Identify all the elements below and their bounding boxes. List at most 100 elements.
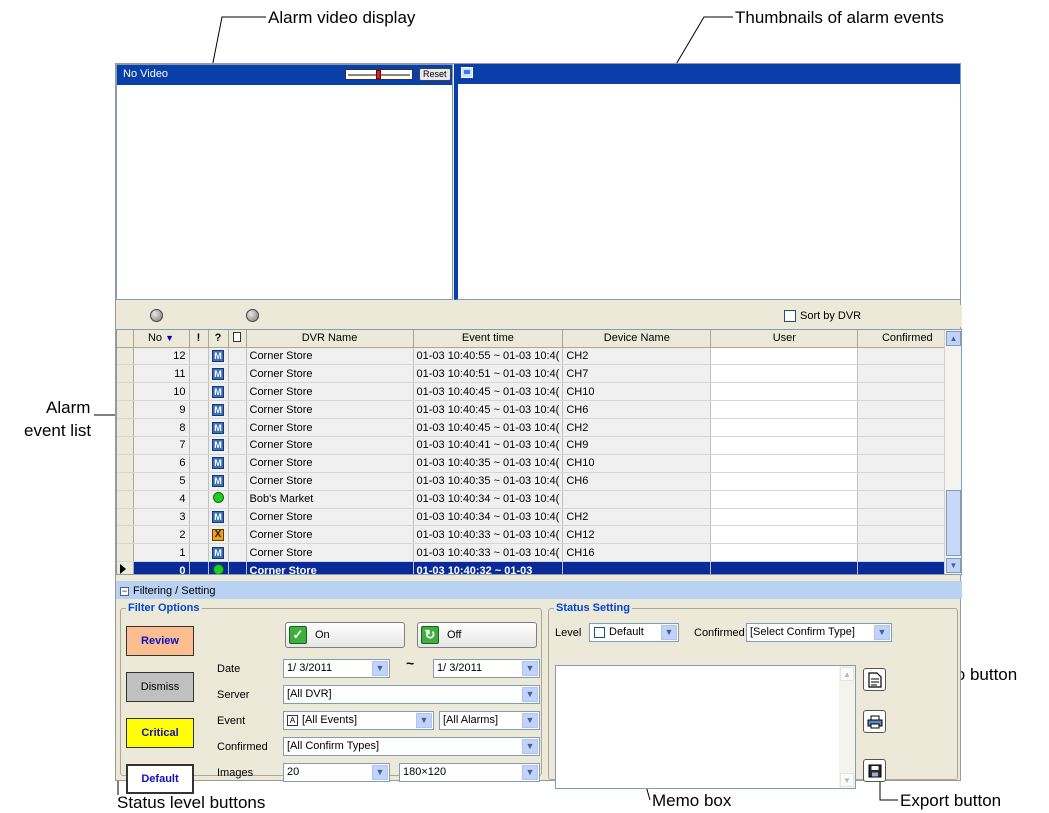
table-row[interactable]: 3 M Corner Store 01-03 10:40:34 ~ 01-03 10:… [117, 508, 958, 527]
table-row[interactable]: 10 M Corner Store 01-03 10:40:45 ~ 01-03 10… [117, 382, 958, 402]
event-no: 8 [133, 418, 190, 437]
confirm-type-status-select[interactable]: [Select Confirm Type] ▼ [746, 623, 892, 642]
table-row[interactable]: 11 M Corner Store 01-03 10:40:51 ~ 01-03 10… [117, 364, 958, 384]
dvr-name: Corner Store [246, 347, 414, 366]
video-title-bar: No Video Reset [117, 65, 452, 85]
scroll-up-icon[interactable]: ▲ [840, 667, 854, 681]
scroll-down-icon[interactable]: ▼ [840, 773, 854, 787]
video-slider[interactable] [345, 69, 413, 80]
table-row[interactable]: 4 Bob's Market 01-03 10:40:34 ~ 01-03 10:4… [117, 490, 958, 509]
reset-button[interactable]: Reset [419, 68, 451, 81]
column-header-no[interactable]: No ▼ [133, 330, 190, 348]
device-name: CH10 [562, 454, 712, 473]
level-label: Level [555, 627, 582, 639]
sort-by-dvr-option[interactable]: Sort by DVR [784, 310, 861, 322]
confirmed [857, 382, 958, 402]
column-header-type[interactable]: ? [208, 330, 229, 348]
image-size-select[interactable]: 180×120 ▼ [399, 763, 540, 782]
critical-button[interactable]: Critical [126, 718, 194, 748]
confirmed [857, 525, 958, 545]
dismiss-button[interactable]: Dismiss [126, 672, 194, 702]
column-header-memo[interactable] [228, 330, 247, 348]
status-level-select[interactable]: Default ▼ [589, 623, 679, 642]
event-no: 12 [133, 347, 190, 366]
alarm-video-pane[interactable]: No Video Reset [116, 64, 453, 300]
chevron-down-icon: ▼ [522, 687, 538, 702]
table-header-row: No ▼ ! ? DVR Name Event time Device Name… [117, 330, 958, 348]
event-list-scrollbar[interactable]: ▲ ▼ [944, 330, 961, 574]
scroll-thumb[interactable] [946, 490, 961, 556]
sort-descending-icon: ▼ [165, 333, 175, 344]
event-time: 01-03 10:40:35 ~ 01-03 10:4( [413, 472, 564, 491]
sort-by-dvr-checkbox[interactable] [784, 310, 796, 322]
chevron-down-icon: ▼ [874, 625, 890, 640]
column-header-event-time[interactable]: Event time [413, 330, 564, 348]
print-button[interactable] [863, 710, 886, 733]
event-no: 1 [133, 543, 190, 563]
event-time: 01-03 10:40:34 ~ 01-03 10:4( [413, 490, 564, 509]
event-time: 01-03 10:40:41 ~ 01-03 10:4( [413, 436, 564, 455]
chevron-down-icon: ▼ [522, 713, 538, 728]
alarm-monitor-window: No Video Reset Sort by DVR No ▼ ! ? DVR … [115, 63, 962, 794]
dvr-name: Corner Store [246, 525, 414, 545]
date-from-picker[interactable]: 1/ 3/2011 ▼ [283, 659, 390, 678]
table-row[interactable]: 2 X Corner Store 01-03 10:40:33 ~ 01-03 10:… [117, 525, 958, 545]
date-to-picker[interactable]: 1/ 3/2011 ▼ [433, 659, 540, 678]
dvr-name: Corner Store [246, 543, 414, 563]
alarm-event-list[interactable]: No ▼ ! ? DVR Name Event time Device Name… [116, 329, 962, 575]
event-no: 0 [133, 561, 190, 574]
event-no: 5 [133, 472, 190, 491]
export-button[interactable] [863, 759, 886, 782]
alarm-type-select[interactable]: [All Alarms] ▼ [439, 711, 540, 730]
video-status: No Video [123, 68, 169, 80]
filter-options-legend: Filter Options [128, 602, 200, 614]
user [710, 472, 859, 491]
server-select[interactable]: [All DVR] ▼ [283, 685, 540, 704]
memo-button[interactable] [863, 668, 886, 691]
filter-off-button[interactable]: ↻ Off [417, 622, 537, 648]
dvr-name: Corner Store [246, 561, 414, 574]
confirmed [857, 347, 958, 366]
image-count-select[interactable]: 20 ▼ [283, 763, 390, 782]
table-row[interactable]: 8 M Corner Store 01-03 10:40:45 ~ 01-03 10:… [117, 418, 958, 437]
memo-box[interactable]: ▲ ▼ [555, 665, 856, 789]
dvr-name: Bob's Market [246, 490, 414, 509]
scroll-down-icon[interactable]: ▼ [946, 558, 961, 573]
column-header-user[interactable]: User [710, 330, 859, 348]
table-row[interactable]: 7 M Corner Store 01-03 10:40:41 ~ 01-03 10:… [117, 436, 958, 455]
thumbnails-pane[interactable] [454, 64, 961, 300]
table-row[interactable]: 12 M Corner Store 01-03 10:40:55 ~ 01-03 10… [117, 347, 958, 366]
confirmed [857, 454, 958, 473]
column-header-device-name[interactable]: Device Name [562, 330, 712, 348]
column-header-priority[interactable]: ! [189, 330, 209, 348]
dvr-name: Corner Store [246, 508, 414, 527]
event-no: 9 [133, 400, 190, 420]
review-button[interactable]: Review [126, 626, 194, 656]
filtering-setting-header[interactable]: − Filtering / Setting [116, 581, 962, 599]
memo-scrollbar[interactable]: ▲ ▼ [839, 666, 855, 788]
dvr-name: Corner Store [246, 400, 414, 420]
event-type-select[interactable]: A [All Events] ▼ [283, 711, 434, 730]
confirm-type-select[interactable]: [All Confirm Types] ▼ [283, 737, 540, 756]
chevron-down-icon: ▼ [661, 625, 677, 640]
table-row[interactable]: 1 M Corner Store 01-03 10:40:33 ~ 01-03 10:… [117, 543, 958, 563]
confirmed [857, 364, 958, 384]
default-button[interactable]: Default [126, 764, 194, 794]
callout-export-button: Export button [900, 791, 1002, 810]
column-header-dvr-name[interactable]: DVR Name [246, 330, 414, 348]
filter-on-button[interactable]: ✓ On [285, 622, 405, 648]
video-slider-thumb[interactable] [376, 70, 381, 79]
device-name: CH2 [562, 418, 712, 437]
confirmed [857, 400, 958, 420]
event-no: 10 [133, 382, 190, 402]
table-row[interactable]: 9 M Corner Store 01-03 10:40:45 ~ 01-03 10:… [117, 400, 958, 420]
scroll-up-icon[interactable]: ▲ [946, 331, 961, 346]
printer-icon [867, 715, 882, 728]
device-name: CH7 [562, 364, 712, 384]
collapse-icon[interactable]: − [120, 586, 129, 596]
table-row[interactable]: 5 M Corner Store 01-03 10:40:35 ~ 01-03 10:… [117, 472, 958, 491]
column-header-confirmed[interactable]: Confirmed [857, 330, 958, 348]
table-row[interactable]: 6 M Corner Store 01-03 10:40:35 ~ 01-03 10:… [117, 454, 958, 473]
confirmed [857, 508, 958, 527]
table-row-selected[interactable]: 0 Corner Store 01-03 10:40:32 ~ 01-03 [117, 561, 958, 574]
